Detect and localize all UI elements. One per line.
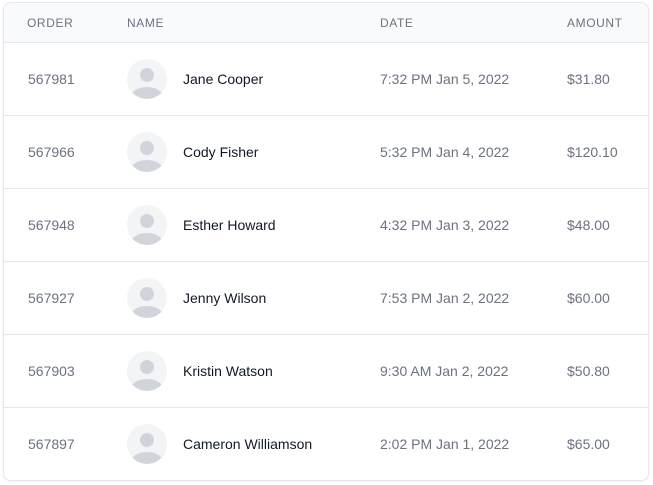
customer-name: Kristin Watson (183, 363, 273, 379)
orders-table-card: ORDER NAME DATE AMOUNT 567981 Jane Coope… (3, 2, 649, 481)
order-amount: $120.10 (567, 144, 618, 160)
customer-name: Jane Cooper (183, 71, 264, 87)
table-row[interactable]: 567903 Kristin Watson 9:30 AM Jan 2, 202… (4, 335, 648, 408)
table-row[interactable]: 567927 Jenny Wilson 7:53 PM Jan 2, 2022 … (4, 262, 648, 335)
table-row[interactable]: 567966 Cody Fisher 5:32 PM Jan 4, 2022 $… (4, 116, 648, 189)
order-amount: $48.00 (567, 217, 610, 233)
order-date: 4:32 PM Jan 3, 2022 (380, 217, 510, 233)
order-id: 567903 (28, 363, 75, 379)
order-id: 567948 (28, 217, 75, 233)
column-header-amount[interactable]: AMOUNT (567, 16, 623, 30)
table-row[interactable]: 567948 Esther Howard 4:32 PM Jan 3, 2022… (4, 189, 648, 262)
table-header: ORDER NAME DATE AMOUNT (4, 3, 648, 43)
order-amount: $50.80 (567, 363, 610, 379)
table-row[interactable]: 567897 Cameron Williamson 2:02 PM Jan 1,… (4, 408, 648, 480)
column-header-name[interactable]: NAME (127, 16, 164, 30)
order-id: 567966 (28, 144, 75, 160)
column-header-date[interactable]: DATE (380, 16, 414, 30)
user-placeholder-icon (127, 132, 167, 172)
order-id: 567897 (28, 436, 75, 452)
customer-name: Esther Howard (183, 217, 276, 233)
order-date: 7:32 PM Jan 5, 2022 (380, 71, 510, 87)
user-placeholder-icon (127, 351, 167, 391)
customer-name: Jenny Wilson (183, 290, 267, 306)
order-date: 7:53 PM Jan 2, 2022 (380, 290, 510, 306)
customer-name: Cameron Williamson (183, 436, 313, 452)
order-amount: $65.00 (567, 436, 610, 452)
user-placeholder-icon (127, 205, 167, 245)
order-date: 2:02 PM Jan 1, 2022 (380, 436, 510, 452)
order-amount: $60.00 (567, 290, 610, 306)
order-date: 9:30 AM Jan 2, 2022 (380, 363, 509, 379)
user-placeholder-icon (127, 278, 167, 318)
order-id: 567981 (28, 71, 75, 87)
column-header-order[interactable]: ORDER (27, 16, 73, 30)
user-placeholder-icon (127, 424, 167, 464)
customer-name: Cody Fisher (183, 144, 259, 160)
order-amount: $31.80 (567, 71, 610, 87)
order-date: 5:32 PM Jan 4, 2022 (380, 144, 510, 160)
order-id: 567927 (28, 290, 75, 306)
table-body: 567981 Jane Cooper 7:32 PM Jan 5, 2022 $… (4, 43, 648, 480)
user-placeholder-icon (127, 59, 167, 99)
table-row[interactable]: 567981 Jane Cooper 7:32 PM Jan 5, 2022 $… (4, 43, 648, 116)
